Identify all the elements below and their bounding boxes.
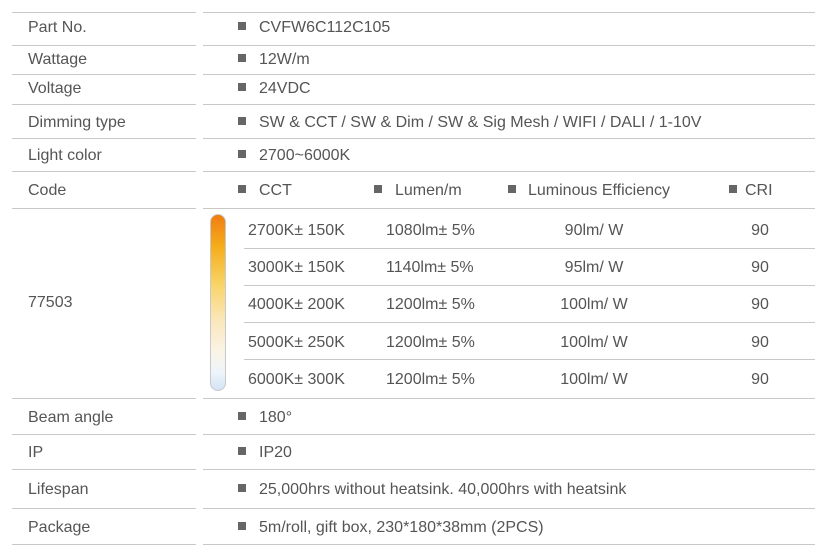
rule xyxy=(12,398,196,399)
rule xyxy=(12,508,196,509)
table-cell-efficiency: 100lm/ W xyxy=(560,371,628,388)
rule xyxy=(203,434,815,435)
bullet-icon xyxy=(729,185,737,193)
header-efficiency: Luminous Efficiency xyxy=(508,181,670,201)
table-cell-cct: 4000K± 200K xyxy=(248,296,345,313)
rule xyxy=(12,544,196,545)
table-cell-cct: 6000K± 300K xyxy=(248,371,345,388)
package-label: Package xyxy=(28,519,91,536)
code-value: 77503 xyxy=(28,294,73,311)
lifespan-label: Lifespan xyxy=(28,481,89,498)
rule xyxy=(12,45,196,46)
table-cell-lumen: 1200lm± 5% xyxy=(386,334,475,351)
rule xyxy=(203,12,815,13)
rule xyxy=(203,469,815,470)
table-cell-lumen: 1080lm± 5% xyxy=(386,222,475,239)
bullet-icon xyxy=(238,150,246,158)
ip-label: IP xyxy=(28,444,44,461)
table-cell-efficiency: 100lm/ W xyxy=(560,296,628,313)
light-color-label: Light color xyxy=(28,147,102,164)
table-cell-efficiency: 100lm/ W xyxy=(560,334,628,351)
bullet-icon xyxy=(238,522,246,530)
table-cell-cct: 5000K± 250K xyxy=(248,334,345,351)
rule xyxy=(12,434,196,435)
bullet-icon xyxy=(508,185,516,193)
rule xyxy=(12,74,196,75)
rule xyxy=(203,508,815,509)
table-cell-cri: 90 xyxy=(751,371,769,388)
table-cell-cri: 90 xyxy=(751,296,769,313)
bullet-icon xyxy=(238,484,246,492)
beam-angle-value: 180° xyxy=(238,408,292,428)
beam-angle-label: Beam angle xyxy=(28,409,114,426)
dimming-label: Dimming type xyxy=(28,114,126,131)
wattage-value: 12W/m xyxy=(238,50,310,70)
wattage-label: Wattage xyxy=(28,51,87,68)
rule xyxy=(203,104,815,105)
rule xyxy=(203,74,815,75)
rule xyxy=(203,45,815,46)
table-cell-efficiency: 90lm/ W xyxy=(564,222,624,239)
table-cell-cct: 2700K± 150K xyxy=(248,222,345,239)
rule xyxy=(203,544,815,545)
bullet-icon xyxy=(238,412,246,420)
part-no-value: CVFW6C112C105 xyxy=(238,18,390,38)
ip-value: IP20 xyxy=(238,443,292,463)
package-value: 5m/roll, gift box, 230*180*38mm (2PCS) xyxy=(238,518,544,538)
rule xyxy=(244,322,815,323)
light-color-value: 2700~6000K xyxy=(238,146,350,166)
rule xyxy=(12,12,196,13)
table-cell-lumen: 1140lm± 5% xyxy=(386,259,474,276)
bullet-icon xyxy=(238,185,246,193)
bullet-icon xyxy=(238,117,246,125)
rule xyxy=(12,208,196,209)
bullet-icon xyxy=(238,83,246,91)
code-label: Code xyxy=(28,182,67,199)
table-cell-cct: 3000K± 150K xyxy=(248,259,345,276)
table-cell-lumen: 1200lm± 5% xyxy=(386,371,475,388)
header-cct: CCT xyxy=(238,181,292,201)
bullet-icon xyxy=(238,447,246,455)
cct-gradient-bar xyxy=(210,214,226,391)
header-cri: CRI xyxy=(729,181,773,201)
rule xyxy=(244,359,815,360)
rule xyxy=(244,248,815,249)
rule xyxy=(203,208,815,209)
bullet-icon xyxy=(238,54,246,62)
rule xyxy=(12,138,196,139)
table-cell-cri: 90 xyxy=(751,334,769,351)
rule xyxy=(12,171,196,172)
rule xyxy=(203,138,815,139)
bullet-icon xyxy=(374,185,382,193)
rule xyxy=(12,104,196,105)
bullet-icon xyxy=(238,22,246,30)
header-lumen: Lumen/m xyxy=(374,181,462,201)
lifespan-value: 25,000hrs without heatsink. 40,000hrs wi… xyxy=(238,480,626,500)
voltage-label: Voltage xyxy=(28,80,82,97)
table-cell-efficiency: 95lm/ W xyxy=(564,259,624,276)
table-cell-lumen: 1200lm± 5% xyxy=(386,296,475,313)
rule xyxy=(203,398,815,399)
voltage-value: 24VDC xyxy=(238,79,311,99)
table-cell-cri: 90 xyxy=(751,222,769,239)
part-no-label: Part No. xyxy=(28,19,87,36)
rule xyxy=(244,285,815,286)
dimming-value: SW & CCT / SW & Dim / SW & Sig Mesh / WI… xyxy=(238,113,701,133)
rule xyxy=(12,469,196,470)
table-cell-cri: 90 xyxy=(751,259,769,276)
rule xyxy=(203,171,815,172)
